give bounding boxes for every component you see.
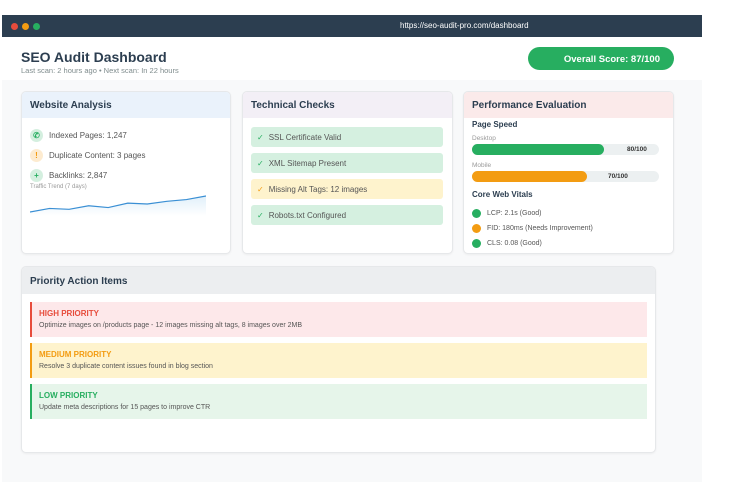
minimize-dot-icon[interactable] bbox=[22, 23, 29, 30]
check-item: ✓ SSL Certificate Valid bbox=[251, 127, 443, 147]
priority-level: HIGH PRIORITY bbox=[39, 309, 100, 318]
card-title: Website Analysis bbox=[22, 92, 230, 118]
page-header: SEO Audit Dashboard Last scan: 2 hours a… bbox=[2, 37, 702, 80]
item-label: Indexed Pages: 1,247 bbox=[49, 131, 127, 140]
check-icon: ✓ bbox=[257, 133, 264, 142]
vital-item: LCP: 2.1s (Good) bbox=[472, 209, 541, 218]
vital-label: CLS: 0.08 (Good) bbox=[487, 240, 542, 247]
mobile-value: 70/100 bbox=[608, 173, 628, 180]
item-label: Duplicate Content: 3 pages bbox=[49, 151, 146, 160]
vital-label: LCP: 2.1s (Good) bbox=[487, 210, 542, 217]
mobile-speed-bar: 70/100 bbox=[472, 171, 659, 182]
priority-item: MEDIUM PRIORITY Resolve 3 duplicate conte… bbox=[30, 343, 647, 378]
check-item: ✓ Missing Alt Tags: 12 images bbox=[251, 179, 443, 199]
page-speed-title: Page Speed bbox=[472, 120, 518, 129]
priority-level: MEDIUM PRIORITY bbox=[39, 350, 112, 359]
core-web-vitals-title: Core Web Vitals bbox=[472, 190, 533, 199]
status-dot-icon bbox=[472, 239, 481, 248]
warning-icon: ! bbox=[30, 149, 43, 162]
check-icon: ✓ bbox=[257, 211, 264, 220]
check-label: Robots.txt Configured bbox=[268, 211, 347, 220]
website-analysis-card: Website Analysis ✆ Indexed Pages: 1,247 !… bbox=[21, 91, 231, 254]
trend-area bbox=[30, 196, 206, 216]
check-item: ✓ Robots.txt Configured bbox=[251, 205, 443, 225]
desktop-label: Desktop bbox=[472, 135, 496, 142]
url-bar[interactable]: https://seo-audit-pro.com/dashboard bbox=[400, 21, 529, 30]
scan-info: Last scan: 2 hours ago • Next scan: In 2… bbox=[21, 66, 179, 75]
priority-level: LOW PRIORITY bbox=[39, 391, 98, 400]
page-title: SEO Audit Dashboard bbox=[21, 49, 167, 65]
check-item: ✓ XML Sitemap Present bbox=[251, 153, 443, 173]
check-icon: ✓ bbox=[257, 159, 264, 168]
traffic-trend-chart bbox=[30, 195, 206, 216]
browser-window: https://seo-audit-pro.com/dashboard SEO … bbox=[2, 15, 702, 482]
desktop-fill bbox=[472, 144, 604, 155]
vital-item: CLS: 0.08 (Good) bbox=[472, 239, 542, 248]
plus-icon: + bbox=[30, 169, 43, 182]
priority-desc: Optimize images on /products page - 12 i… bbox=[39, 322, 303, 329]
card-title: Technical Checks bbox=[243, 92, 452, 118]
priority-item: HIGH PRIORITY Optimize images on /product… bbox=[30, 302, 647, 337]
technical-checks-card: Technical Checks ✓ SSL Certificate Valid ✓… bbox=[242, 91, 453, 254]
priority-actions-card: Priority Action Items HIGH PRIORITY Optim… bbox=[21, 266, 656, 453]
browser-titlebar: https://seo-audit-pro.com/dashboard bbox=[2, 15, 702, 37]
priority-item: LOW PRIORITY Update meta descriptions for… bbox=[30, 384, 647, 419]
performance-card: Performance Evaluation Page Speed Deskto… bbox=[463, 91, 674, 254]
vital-label: FID: 180ms (Needs Improvement) bbox=[487, 225, 593, 232]
maximize-dot-icon[interactable] bbox=[33, 23, 40, 30]
item-label: Backlinks: 2,847 bbox=[49, 171, 108, 180]
close-dot-icon[interactable] bbox=[11, 23, 18, 30]
phone-icon: ✆ bbox=[30, 129, 43, 142]
card-title: Performance Evaluation bbox=[464, 92, 673, 118]
duplicate-content: ! Duplicate Content: 3 pages bbox=[30, 149, 146, 162]
status-dot-icon bbox=[472, 224, 481, 233]
check-label: Missing Alt Tags: 12 images bbox=[268, 185, 368, 194]
mobile-label: Mobile bbox=[472, 162, 492, 169]
check-label: SSL Certificate Valid bbox=[268, 133, 342, 142]
indexed-pages: ✆ Indexed Pages: 1,247 bbox=[30, 129, 127, 142]
mobile-fill bbox=[472, 171, 588, 182]
status-dot-icon bbox=[472, 209, 481, 218]
priority-desc: Resolve 3 duplicate content issues found… bbox=[39, 363, 213, 370]
desktop-speed-bar: 80/100 bbox=[472, 144, 659, 155]
vital-item: FID: 180ms (Needs Improvement) bbox=[472, 224, 593, 233]
trend-label: Traffic Trend (7 days) bbox=[30, 184, 87, 190]
priority-desc: Update meta descriptions for 15 pages to… bbox=[39, 404, 211, 411]
check-icon: ✓ bbox=[257, 185, 264, 194]
backlinks: + Backlinks: 2,847 bbox=[30, 169, 107, 182]
check-label: XML Sitemap Present bbox=[268, 159, 347, 168]
overall-score-badge: Overall Score: 87/100 bbox=[528, 47, 674, 70]
card-title: Priority Action Items bbox=[22, 267, 655, 294]
desktop-value: 80/100 bbox=[627, 146, 647, 153]
